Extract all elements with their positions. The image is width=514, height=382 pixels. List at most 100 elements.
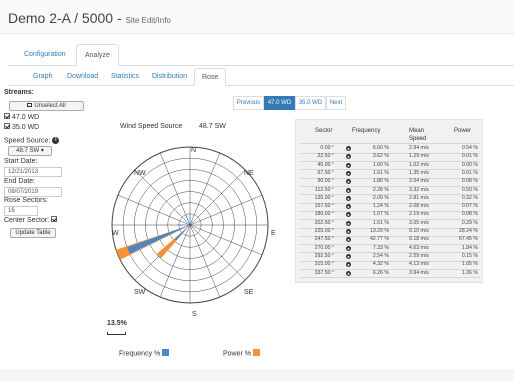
cell-power: 0.29 % [461, 219, 478, 226]
cell-sector: 90.00 ° [317, 178, 335, 185]
cell-power: 0.01 % [461, 169, 478, 176]
checkbox-checked-icon[interactable] [4, 113, 10, 120]
direction-label-w: W [112, 230, 119, 237]
wind-rose-chart [111, 146, 269, 304]
speed-source-text: Speed Source: [4, 137, 51, 145]
row-detail-icon[interactable]: ● [346, 204, 351, 210]
scale-label: 13.5% [107, 320, 127, 327]
cell-power: 0.01 % [461, 153, 478, 160]
previous-button[interactable]: Previous [233, 96, 264, 110]
rose-spoke [189, 152, 221, 226]
row-detail-icon[interactable]: ● [346, 220, 351, 226]
cell-frequency: 1.61 % [372, 169, 389, 176]
legend-frequency-swatch [162, 349, 170, 356]
cell-sector: 45.00 ° [317, 161, 335, 168]
rose-frequency-wedge [174, 225, 190, 241]
row-detail-icon[interactable]: ● [346, 229, 351, 234]
cell-sector: 0.00 ° [320, 145, 334, 151]
legend-frequency-label: Frequency % [119, 350, 161, 358]
info-icon[interactable]: i [52, 137, 60, 144]
deselect-icon [27, 103, 33, 108]
cell-mean-speed: 2.04 m/s [409, 178, 429, 185]
header-sector: Sector [315, 128, 333, 134]
stream-checkbox-35-wd[interactable]: 35.0 WD [4, 123, 40, 131]
row-detail-icon[interactable]: ● [346, 270, 351, 276]
legend-power-label: Power % [223, 350, 252, 358]
subtab-rose[interactable]: Rose [194, 68, 227, 86]
rose-sectors-input[interactable]: 16 [4, 206, 38, 216]
checkbox-checked-icon[interactable] [4, 123, 10, 130]
cell-frequency: 3.62 % [372, 153, 389, 160]
cell-power: 0.08 % [461, 178, 478, 185]
row-detail-icon[interactable]: ● [346, 154, 351, 160]
cell-power: 0.32 % [461, 194, 478, 201]
legend-power: Power % [223, 349, 261, 358]
row-detail-icon[interactable]: ● [346, 195, 351, 201]
row-detail-icon[interactable]: ● [346, 187, 351, 193]
cell-power: 0.07 % [461, 203, 478, 210]
stream-checkbox-47-wd[interactable]: 47.0 WD [4, 113, 40, 121]
cell-frequency: 4.32 % [372, 261, 389, 268]
direction-label-sw: SW [134, 289, 146, 296]
row-detail-icon[interactable]: ● [346, 253, 351, 259]
pager-page-47-wd[interactable]: 47.0 WD [264, 96, 295, 110]
tab-configuration[interactable]: Configuration [16, 44, 74, 66]
cell-power: 0.15 % [461, 252, 478, 259]
cell-mean-speed: 4.63 m/s [409, 244, 429, 251]
stream-label: 47.0 WD [12, 114, 40, 121]
speed-source-dropdown[interactable]: 48.7 SW ▾ [8, 146, 52, 156]
cell-sector: 337.50 ° [314, 269, 334, 276]
cell-sector: 202.50 ° [314, 219, 334, 226]
cell-power: 1.84 % [461, 244, 478, 251]
start-date-label: Start Date: [4, 158, 38, 165]
cell-mean-speed: 2.08 m/s [409, 203, 429, 210]
cell-power: 0.08 % [461, 211, 478, 218]
stream-label: 35.0 WD [12, 124, 40, 131]
caret-down-icon: ▾ [40, 148, 44, 154]
row-detail-icon[interactable]: ● [346, 245, 351, 251]
subtab-download[interactable]: Download [60, 68, 105, 86]
tab-analyze[interactable]: Analyze [76, 44, 119, 66]
subtab-graph[interactable]: Graph [26, 68, 59, 86]
row-detail-icon[interactable]: ● [346, 170, 351, 176]
cell-mean-speed: 3.05 m/s [409, 219, 429, 226]
cell-frequency: 1.07 % [372, 211, 389, 218]
cell-mean-speed: 2.81 m/s [409, 194, 429, 201]
row-detail-icon[interactable]: ● [346, 146, 351, 151]
rose-spoke [189, 169, 246, 226]
streams-label: Streams: [4, 89, 34, 96]
pager-page-35-wd[interactable]: 35.0 WD [295, 96, 326, 110]
direction-label-nw: NW [134, 170, 146, 177]
cell-sector: 112.50 ° [315, 186, 334, 193]
row-detail-icon[interactable]: ● [346, 162, 351, 168]
subtab-distribution[interactable]: Distribution [145, 68, 194, 86]
header-mean-speed: Mean Speed [409, 128, 427, 142]
update-table-button[interactable]: Update Table [10, 228, 56, 238]
next-button[interactable]: Next [326, 96, 346, 110]
row-divider [300, 277, 480, 279]
subtab-statistics[interactable]: Statistics [104, 68, 146, 86]
legend-frequency: Frequency % [119, 349, 170, 358]
cell-sector: 180.00 ° [314, 211, 334, 218]
end-date-input[interactable]: 08/07/2019 [4, 187, 62, 197]
cell-frequency: 13.29 % [369, 228, 389, 234]
row-detail-icon[interactable]: ● [346, 237, 351, 243]
rose-sectors-label: Rose Sectors: [4, 197, 48, 204]
cell-sector: 67.50 ° [317, 169, 335, 176]
cell-frequency: 1.80 % [372, 178, 389, 185]
rose-spoke [189, 224, 263, 256]
start-date-input[interactable]: 12/21/2013 [4, 167, 62, 177]
center-sector-checkbox[interactable] [51, 216, 58, 223]
unselect-all-button[interactable]: Unselect All [9, 101, 84, 111]
cell-mean-speed: 2.94 m/s [409, 145, 429, 151]
rose-spoke [134, 169, 191, 226]
row-detail-icon[interactable]: ● [346, 179, 351, 185]
page-title: Demo 2-A / 5000 - Site Edit/Info [8, 10, 171, 26]
rose-frequency-wedge [127, 225, 190, 254]
rose-spoke [117, 194, 191, 226]
row-detail-icon[interactable]: ● [346, 262, 351, 268]
direction-label-n: N [191, 147, 197, 154]
row-detail-icon[interactable]: ● [346, 212, 351, 218]
cell-power: 67.45 % [458, 236, 478, 243]
cell-mean-speed: 2.59 m/s [409, 252, 429, 259]
